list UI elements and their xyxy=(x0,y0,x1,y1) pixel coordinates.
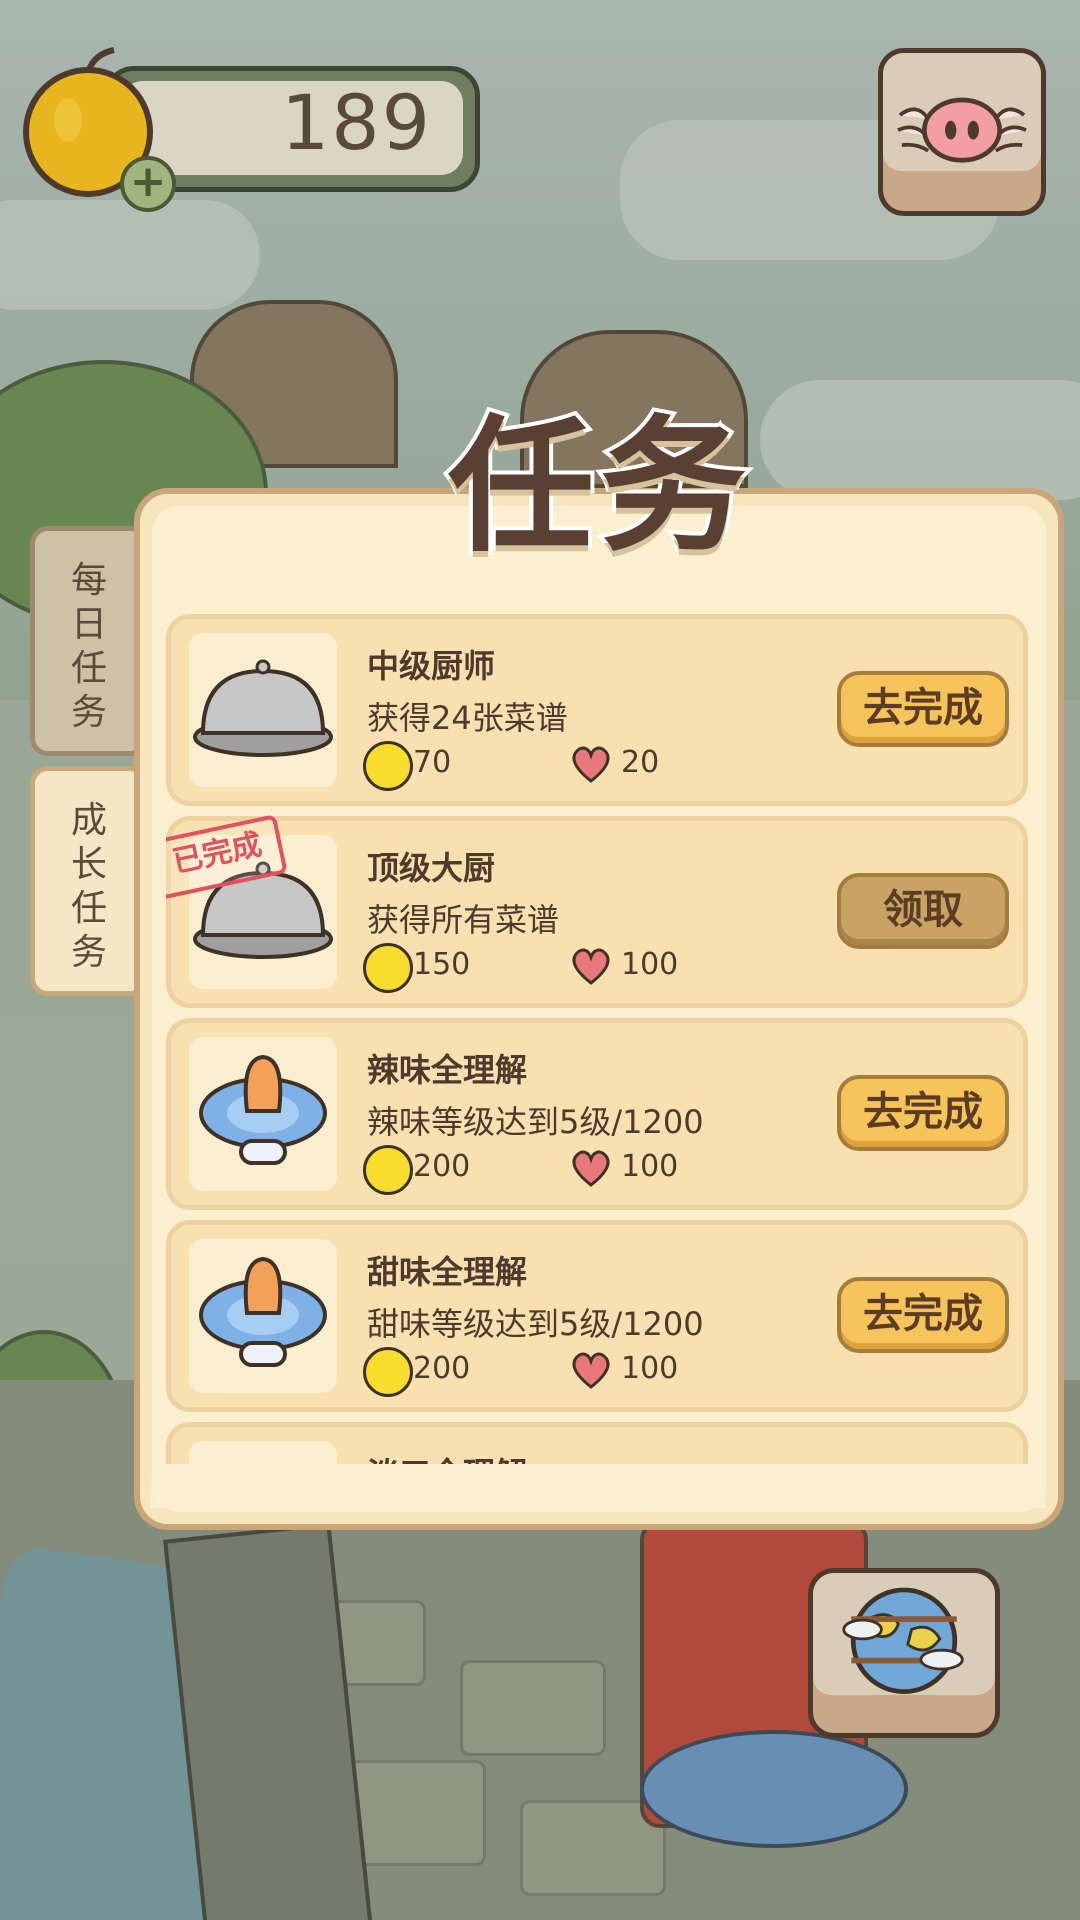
claim-button[interactable]: 领取 xyxy=(837,873,1009,949)
task-card: 淡口全理解 xyxy=(166,1422,1028,1464)
heart-icon xyxy=(572,746,610,783)
coin-icon xyxy=(363,1347,413,1397)
cloche-icon xyxy=(193,659,333,757)
coin-reward: 200 xyxy=(413,1149,471,1184)
task-name: 中级厨师 xyxy=(367,647,496,685)
coin-reward: 150 xyxy=(413,947,471,982)
go-complete-button[interactable]: 去完成 xyxy=(837,671,1009,747)
heart-icon xyxy=(572,1352,610,1389)
currency-display: 189 + xyxy=(14,44,480,212)
task-card: 辣味全理解 辣味等级达到5级/1200 200 100 去完成 xyxy=(166,1018,1028,1210)
heart-icon xyxy=(572,1150,610,1187)
task-name: 辣味全理解 xyxy=(367,1051,528,1089)
heart-reward: 20 xyxy=(621,745,660,780)
tab-daily-tasks[interactable]: 每日任务 xyxy=(30,526,148,756)
pacifier-icon xyxy=(199,1256,327,1367)
task-name: 甜味全理解 xyxy=(367,1253,528,1291)
task-name: 顶级大厨 xyxy=(367,849,496,887)
pig-button[interactable] xyxy=(878,48,1046,216)
task-description: 辣味等级达到5级/1200 xyxy=(367,1103,704,1141)
flying-pig-icon xyxy=(897,97,1027,163)
tab-daily-label: 每日任务 xyxy=(70,560,107,733)
page-title: 任务 xyxy=(444,398,752,576)
coin-icon xyxy=(363,741,413,791)
heart-icon xyxy=(572,948,610,985)
task-description: 获得所有菜谱 xyxy=(367,901,560,939)
go-complete-button[interactable]: 去完成 xyxy=(837,1075,1009,1151)
list-fade xyxy=(150,1468,1046,1508)
world-map-button[interactable] xyxy=(808,1568,1000,1738)
coin-icon xyxy=(363,1145,413,1195)
heart-reward: 100 xyxy=(621,1351,679,1386)
go-complete-button[interactable]: 去完成 xyxy=(837,1277,1009,1353)
pacifier-icon xyxy=(199,1054,327,1165)
globe-icon xyxy=(842,1587,964,1694)
task-card: 中级厨师 获得24张菜谱 70 20 去完成 xyxy=(166,614,1028,806)
coin-reward: 200 xyxy=(413,1351,471,1386)
tab-growth-tasks[interactable]: 成长任务 xyxy=(30,766,148,996)
task-card: 甜味全理解 甜味等级达到5级/1200 200 100 去完成 xyxy=(166,1220,1028,1412)
currency-amount: 189 xyxy=(280,78,432,167)
task-description: 获得24张菜谱 xyxy=(367,699,568,737)
add-currency-button[interactable]: + xyxy=(120,156,176,212)
task-list[interactable]: 中级厨师 获得24张菜谱 70 20 去完成 已完成 顶级大厨 获得所有菜谱 1… xyxy=(166,614,1028,1464)
heart-reward: 100 xyxy=(621,1149,679,1184)
heart-reward: 100 xyxy=(621,947,679,982)
task-name: 淡口全理解 xyxy=(367,1449,527,1464)
coin-reward: 70 xyxy=(413,745,452,780)
cloche-icon xyxy=(189,1441,337,1464)
task-description: 甜味等级达到5级/1200 xyxy=(367,1305,704,1343)
task-card: 已完成 顶级大厨 获得所有菜谱 150 100 领取 xyxy=(166,814,1028,1008)
tab-growth-label: 成长任务 xyxy=(70,800,107,973)
coin-icon xyxy=(363,943,413,993)
